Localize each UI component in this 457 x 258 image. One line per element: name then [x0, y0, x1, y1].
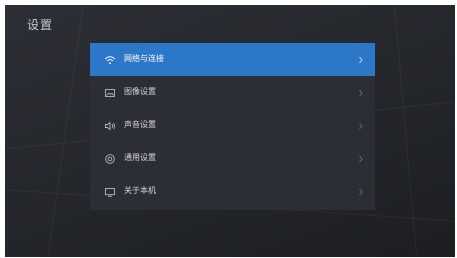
picture-icon — [103, 86, 117, 100]
background-line — [394, 5, 417, 257]
chevron-right-icon — [357, 121, 365, 131]
speaker-icon — [103, 119, 117, 133]
menu-item-label: 声音设置 — [124, 120, 156, 129]
background-line — [47, 6, 84, 256]
chevron-right-icon — [357, 88, 365, 98]
chevron-right-icon — [357, 154, 365, 164]
menu-item-general[interactable]: 通用设置 — [90, 142, 375, 175]
chevron-right-icon — [357, 55, 365, 65]
menu-item-about[interactable]: 关于本机 — [90, 175, 375, 208]
wifi-icon — [103, 53, 117, 67]
settings-menu: 网络与连接 图像设置 声音设置 通用设置 关于本机 — [90, 43, 375, 210]
chevron-right-icon — [357, 187, 365, 197]
menu-item-picture[interactable]: 图像设置 — [90, 76, 375, 109]
menu-item-label: 图像设置 — [124, 87, 156, 96]
menu-item-network[interactable]: 网络与连接 — [90, 43, 375, 76]
monitor-icon — [103, 185, 117, 199]
tv-screen: 设置 网络与连接 图像设置 声音设置 通用设置 关于本机 — [5, 5, 455, 257]
menu-item-label: 网络与连接 — [124, 54, 164, 63]
gear-icon — [103, 152, 117, 166]
menu-item-sound[interactable]: 声音设置 — [90, 109, 375, 142]
menu-item-label: 关于本机 — [124, 186, 156, 195]
menu-item-label: 通用设置 — [124, 153, 156, 162]
page-title: 设置 — [27, 18, 54, 32]
